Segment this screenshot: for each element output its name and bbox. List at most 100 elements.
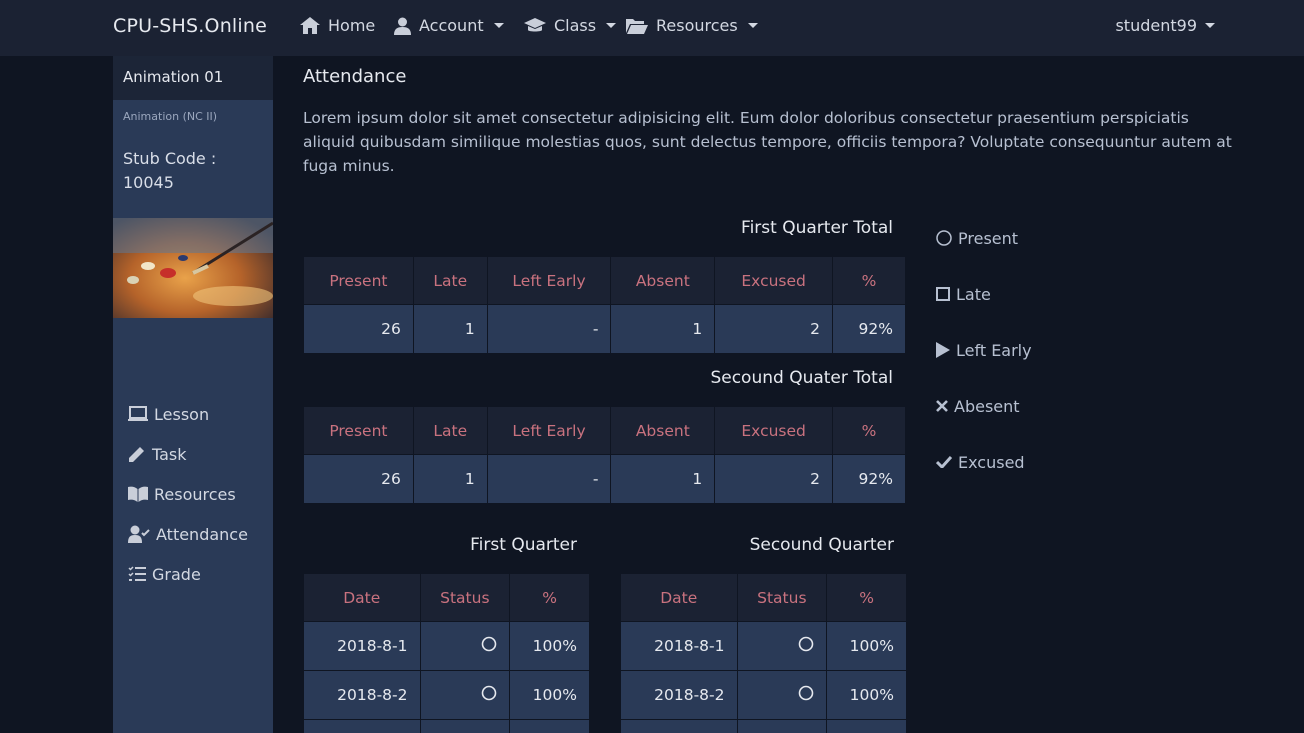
table-row: 2018-8-2 100% bbox=[303, 670, 590, 720]
present-circle-icon bbox=[481, 636, 497, 652]
course-subtitle: Animation (NC II) bbox=[123, 110, 218, 123]
nav-home[interactable]: Home bbox=[300, 16, 375, 35]
percent-cell bbox=[509, 719, 590, 733]
legend-excused: Excused bbox=[936, 434, 1032, 490]
legend-left-early: Left Early bbox=[936, 322, 1032, 378]
laptop-icon bbox=[128, 406, 148, 421]
status-cell bbox=[736, 719, 828, 733]
first-quarter-total-title: First Quarter Total bbox=[741, 218, 893, 238]
nav-home-label: Home bbox=[328, 16, 376, 35]
table-row: 2018-8-1 100% bbox=[303, 621, 590, 671]
sidebar-item-label: Attendance bbox=[156, 524, 248, 544]
present-circle-icon bbox=[481, 685, 497, 701]
intro-text: Lorem ipsum dolor sit amet consectetur a… bbox=[303, 109, 1232, 175]
column-header: Absent bbox=[610, 256, 716, 305]
pencil-icon bbox=[129, 447, 144, 462]
second-quarter-table: Date Status % 2018-8-1 100% 2018-8-2 100… bbox=[620, 573, 907, 733]
table-cell: 2 bbox=[714, 454, 834, 504]
table-row bbox=[620, 719, 907, 733]
circle-outline-icon bbox=[936, 230, 952, 246]
table-header-row: Present Late Left Early Absent Excused % bbox=[303, 256, 906, 305]
sidebar-item-grade[interactable]: Grade bbox=[128, 554, 248, 594]
course-title: Animation 01 bbox=[113, 56, 273, 100]
play-triangle-icon bbox=[936, 342, 950, 358]
legend-label: Present bbox=[958, 228, 1019, 248]
user-menu[interactable]: student99 bbox=[1115, 16, 1215, 35]
sidebar-item-label: Task bbox=[152, 444, 187, 464]
legend-label: Abesent bbox=[954, 396, 1020, 416]
column-header: % bbox=[826, 573, 907, 622]
column-header: Status bbox=[419, 573, 511, 622]
column-header: Left Early bbox=[486, 256, 612, 305]
course-thumbnail bbox=[113, 218, 273, 318]
folder-open-icon bbox=[626, 18, 648, 34]
book-open-icon bbox=[128, 486, 148, 502]
date-cell: 2018-8-2 bbox=[620, 670, 738, 720]
table-row: 26 1 - 1 2 92% bbox=[303, 454, 906, 504]
column-header: Present bbox=[303, 256, 414, 305]
nav-account-label: Account bbox=[419, 16, 484, 35]
table-cell: 1 bbox=[412, 454, 488, 504]
table-cell: 1 bbox=[412, 304, 488, 354]
nav-class[interactable]: Class bbox=[524, 16, 617, 35]
user-name: student99 bbox=[1115, 16, 1197, 35]
status-cell bbox=[419, 621, 511, 671]
legend-label: Left Early bbox=[956, 340, 1032, 360]
table-cell: 92% bbox=[832, 304, 906, 354]
sidebar-item-label: Lesson bbox=[154, 404, 210, 424]
user-check-icon bbox=[128, 525, 150, 543]
status-cell bbox=[736, 621, 828, 671]
sidebar-item-lesson[interactable]: Lesson bbox=[128, 394, 248, 434]
percent-cell: 100% bbox=[826, 670, 907, 720]
table-cell: - bbox=[486, 304, 612, 354]
nav-resources[interactable]: Resources bbox=[626, 16, 758, 35]
legend-label: Late bbox=[956, 284, 991, 304]
table-cell: 26 bbox=[303, 454, 414, 504]
sidebar-item-attendance[interactable]: Attendance bbox=[128, 514, 248, 554]
sidebar-item-label: Grade bbox=[152, 564, 201, 584]
times-icon bbox=[936, 400, 948, 412]
date-cell bbox=[303, 719, 421, 733]
column-header: % bbox=[509, 573, 590, 622]
chevron-down-icon bbox=[493, 23, 504, 28]
present-circle-icon bbox=[798, 685, 814, 701]
square-outline-icon bbox=[936, 287, 950, 301]
sidebar-item-task[interactable]: Task bbox=[128, 434, 248, 474]
table-header-row: Present Late Left Early Absent Excused % bbox=[303, 406, 906, 455]
percent-cell bbox=[826, 719, 907, 733]
second-quarter-total-table: Present Late Left Early Absent Excused %… bbox=[303, 406, 906, 504]
sidebar-item-resources[interactable]: Resources bbox=[128, 474, 248, 514]
table-header-row: Date Status % bbox=[303, 573, 590, 622]
table-row: 26 1 - 1 2 92% bbox=[303, 304, 906, 354]
date-cell bbox=[620, 719, 738, 733]
column-header: Late bbox=[412, 406, 488, 455]
table-cell: - bbox=[486, 454, 612, 504]
legend-late: Late bbox=[936, 266, 1032, 322]
brand-logo[interactable]: CPU-SHS.Online bbox=[113, 15, 267, 37]
date-cell: 2018-8-1 bbox=[303, 621, 421, 671]
column-header: Date bbox=[620, 573, 738, 622]
column-header: Status bbox=[736, 573, 828, 622]
check-icon bbox=[936, 456, 952, 468]
first-quarter-table: Date Status % 2018-8-1 100% 2018-8-2 100… bbox=[303, 573, 590, 733]
second-quarter-title: Secound Quarter bbox=[749, 535, 894, 555]
top-navbar: CPU-SHS.Online Home Account Class Resour… bbox=[0, 0, 1304, 56]
column-header: Date bbox=[303, 573, 421, 622]
chevron-down-icon bbox=[1205, 23, 1215, 28]
chevron-down-icon bbox=[606, 23, 617, 28]
stub-code: Stub Code : 10045 bbox=[123, 149, 217, 192]
course-sidebar: Animation 01 Animation (NC II) Stub Code… bbox=[113, 56, 273, 733]
nav-account[interactable]: Account bbox=[394, 16, 504, 35]
column-header: Excused bbox=[714, 406, 834, 455]
column-header: % bbox=[832, 256, 906, 305]
table-header-row: Date Status % bbox=[620, 573, 907, 622]
legend-label: Excused bbox=[958, 452, 1025, 472]
table-row bbox=[303, 719, 590, 733]
column-header: Present bbox=[303, 406, 414, 455]
table-row: 2018-8-2 100% bbox=[620, 670, 907, 720]
percent-cell: 100% bbox=[509, 670, 590, 720]
page-title: Attendance bbox=[303, 66, 407, 87]
table-cell: 1 bbox=[610, 454, 716, 504]
status-cell bbox=[419, 670, 511, 720]
graduation-cap-icon bbox=[524, 17, 546, 31]
